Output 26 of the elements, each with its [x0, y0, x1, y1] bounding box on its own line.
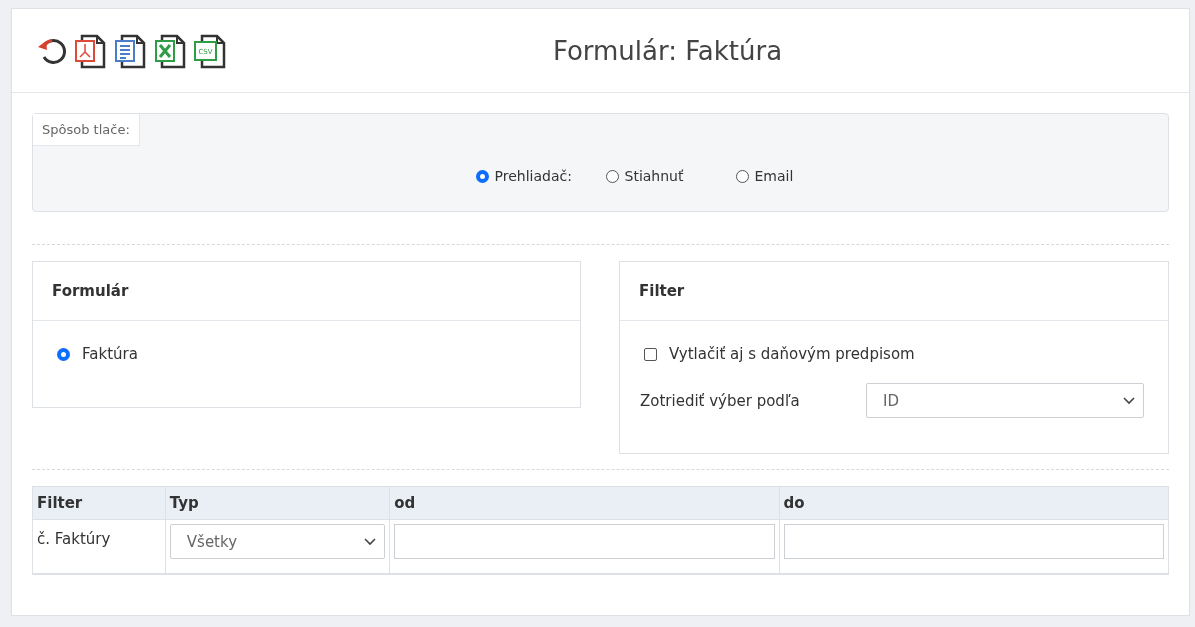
radio-button-icon[interactable]	[57, 347, 70, 361]
radio-option[interactable]: Faktúra	[57, 345, 556, 363]
radio-option[interactable]: Stiahnuť	[605, 168, 736, 184]
column-header: Filter	[32, 486, 166, 520]
sort-label: Zotriediť výber podľa	[640, 391, 801, 410]
radio-option[interactable]: Prehliadač:	[475, 168, 606, 184]
radio-button-icon[interactable]	[475, 169, 489, 183]
table-cell: č. Faktúry	[32, 519, 166, 574]
radio-button-icon[interactable]	[735, 169, 749, 183]
column-header: od	[389, 486, 780, 520]
from-input[interactable]	[394, 524, 775, 559]
column-header: do	[779, 486, 1169, 520]
panel-title: Formulár	[33, 262, 580, 321]
sort-select[interactable]: ID	[866, 383, 1144, 418]
checkbox-option[interactable]: Vytlačiť aj s daňovým predpisom	[644, 345, 1144, 363]
chevron-down-icon	[1123, 396, 1135, 405]
radio-option[interactable]: Email	[735, 168, 806, 184]
type-select[interactable]: Všetky	[169, 524, 386, 559]
panel-title: Filter	[620, 262, 1168, 321]
column-header: Typ	[165, 486, 390, 520]
to-input[interactable]	[783, 524, 1164, 559]
checkbox[interactable]	[644, 347, 657, 361]
chevron-down-icon	[364, 537, 377, 546]
page-title: Formulár: Faktúra	[551, 35, 784, 66]
radio-button-icon[interactable]	[605, 169, 619, 183]
print-mode-label: Spôsob tlače:	[33, 114, 140, 146]
